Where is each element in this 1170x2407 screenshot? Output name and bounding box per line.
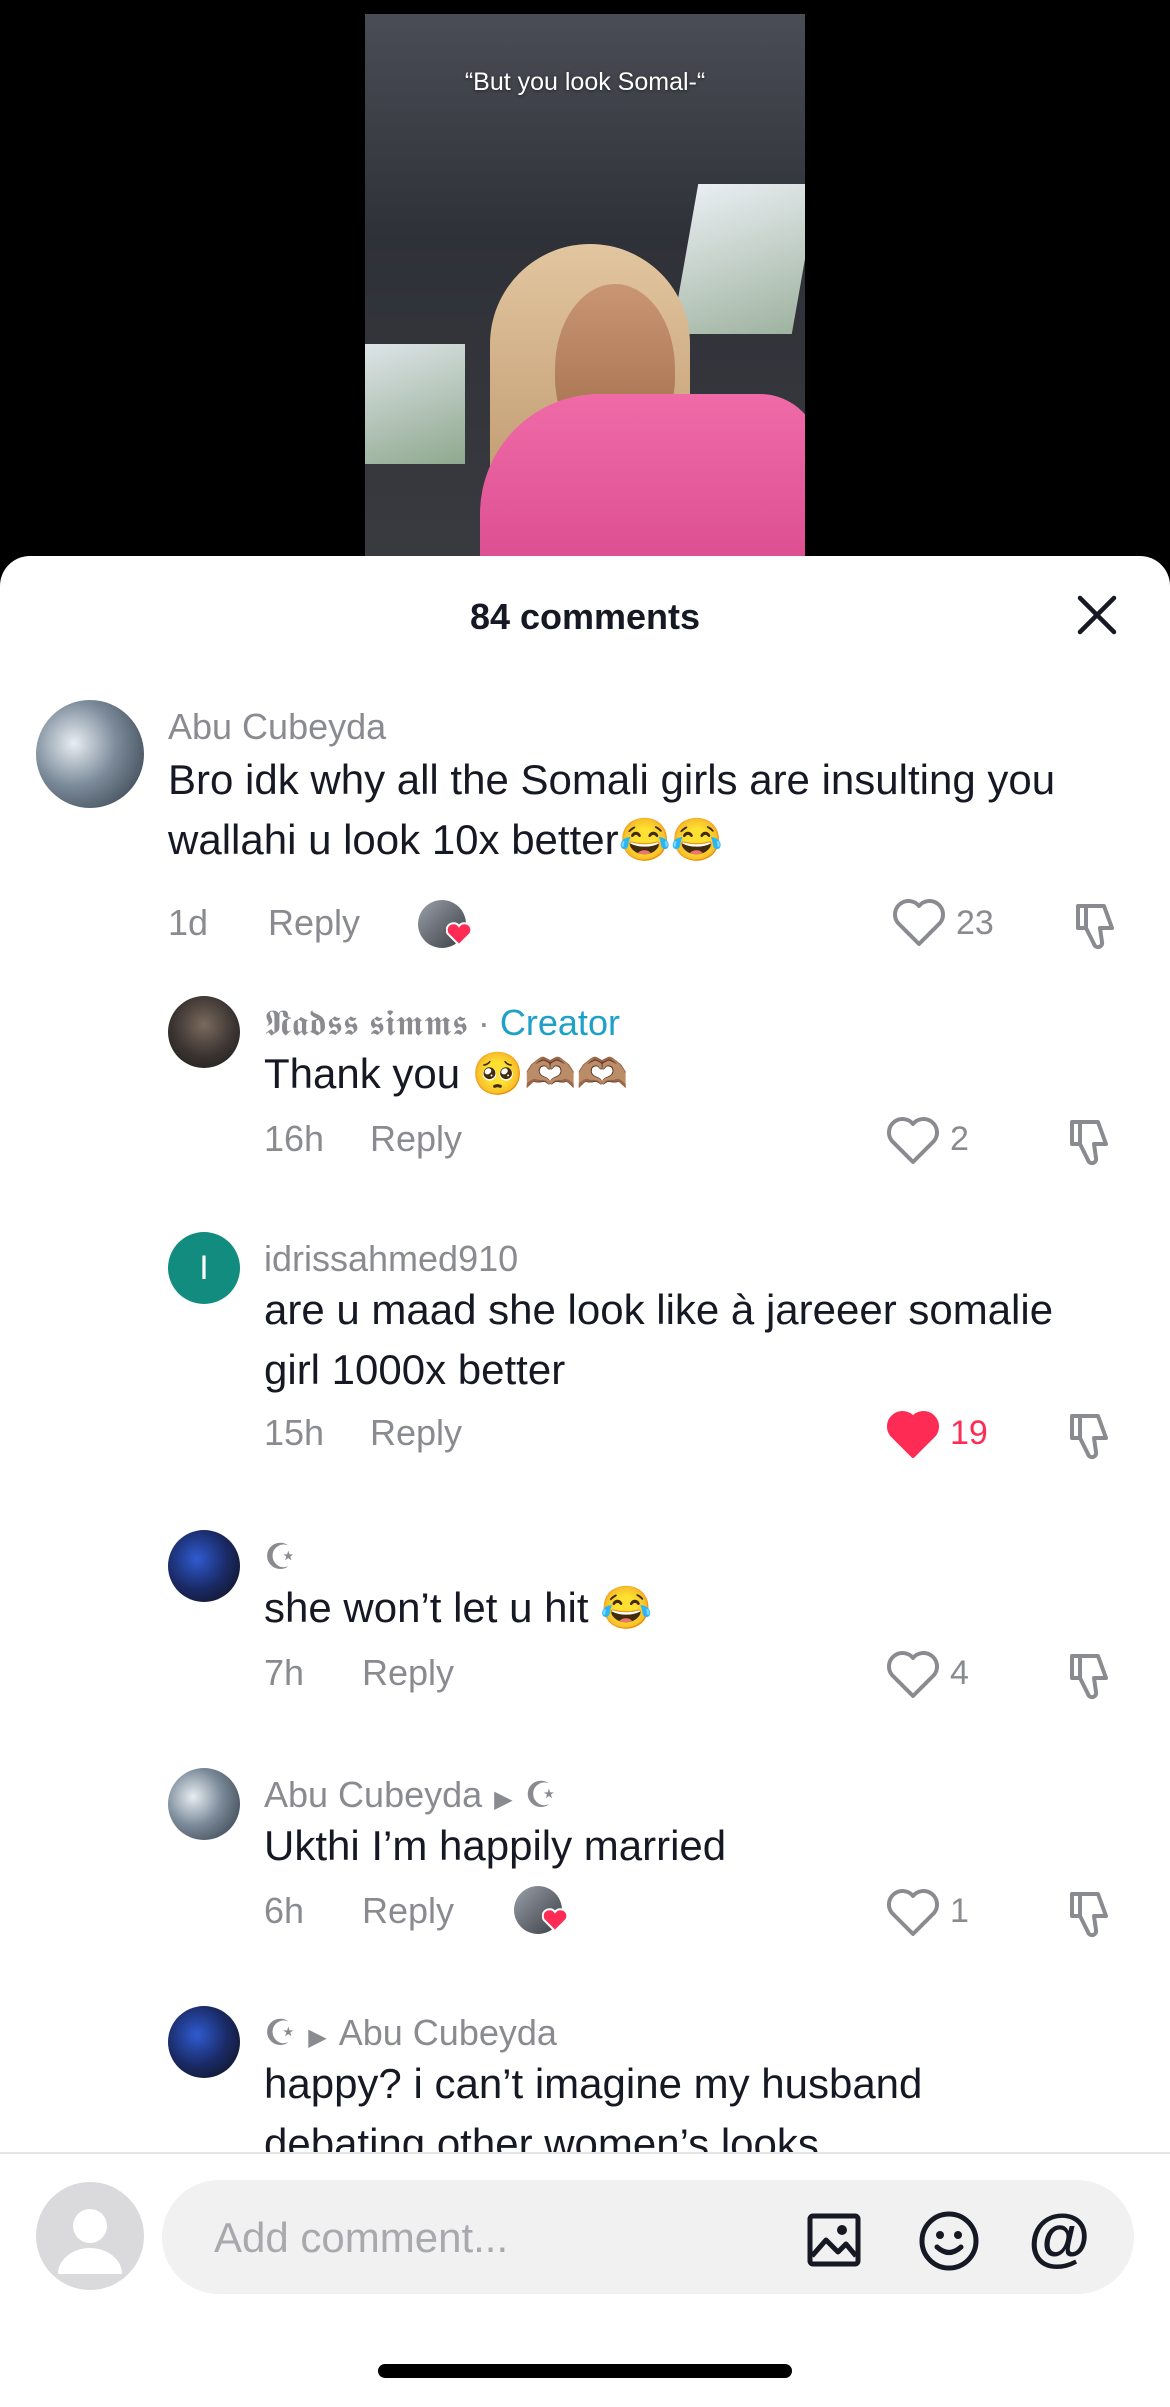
comment-item: ☪︎ she won’t let u hit 😂 7h Reply 4 bbox=[0, 1530, 1170, 1760]
avatar[interactable] bbox=[168, 2006, 240, 2078]
car-window-left bbox=[365, 344, 465, 464]
creator-name[interactable]: 𝕹𝖆𝖉𝖘𝖘 𝖘𝖎𝖒𝖒𝖘 bbox=[264, 1002, 468, 1043]
comment-input-placeholder: Add comment... bbox=[214, 2214, 509, 2261]
reply-button[interactable]: Reply bbox=[370, 1412, 462, 1454]
mention-icon[interactable]: @ bbox=[1028, 2202, 1090, 2272]
author-name[interactable]: Abu Cubeyda bbox=[264, 1774, 482, 1815]
like-count: 23 bbox=[956, 904, 994, 942]
heart-icon[interactable] bbox=[886, 1650, 940, 1700]
avatar[interactable] bbox=[36, 700, 144, 808]
default-avatar-icon bbox=[58, 2209, 122, 2274]
comment-text: Ukthi I’m happily married bbox=[264, 1822, 727, 1869]
video-caption: “But you look Somal-“ bbox=[464, 68, 706, 96]
dislike-icon[interactable] bbox=[1066, 1888, 1116, 1938]
comment-time: 16h bbox=[264, 1118, 325, 1159]
close-icon[interactable] bbox=[1074, 592, 1120, 638]
heart-icon bbox=[446, 922, 472, 946]
reply-to-name[interactable]: Abu Cubeyda bbox=[339, 2012, 557, 2053]
separator-dot: · bbox=[467, 1002, 500, 1043]
comment-text: Thank you 🥺🫶🏽🫶🏽 bbox=[264, 1050, 629, 1097]
comment-text: she won’t let u hit 😂 bbox=[264, 1584, 653, 1631]
comments-sheet: 84 comments Abu Cubeyda Bro idk why all … bbox=[0, 556, 1170, 2405]
video-subject-hoodie bbox=[480, 394, 805, 574]
comment-time: 6h bbox=[264, 1890, 305, 1931]
like-count: 4 bbox=[950, 1654, 969, 1692]
author-name[interactable]: ☪︎ bbox=[264, 2012, 296, 2053]
avatar[interactable] bbox=[168, 1768, 240, 1840]
dislike-icon[interactable] bbox=[1066, 1410, 1116, 1460]
heart-icon bbox=[542, 1908, 568, 1932]
image-icon[interactable] bbox=[806, 2212, 862, 2268]
comment-item: Abu Cubeyda ▶ ☪︎ Ukthi I’m happily married… bbox=[0, 1768, 1170, 1998]
comment-username[interactable]: 𝕹𝖆𝖉𝖘𝖘 𝖘𝖎𝖒𝖒𝖘 · Creator bbox=[264, 1002, 620, 1045]
reply-button[interactable]: Reply bbox=[370, 1118, 462, 1160]
comment-text: Bro idk why all the Somali girls are ins… bbox=[168, 756, 1056, 863]
like-count: 19 bbox=[950, 1414, 988, 1452]
avatar[interactable]: I bbox=[168, 1232, 240, 1304]
comment-time: 15h bbox=[264, 1412, 325, 1453]
heart-icon[interactable] bbox=[886, 1888, 940, 1938]
avatar[interactable] bbox=[168, 996, 240, 1068]
comment-item: I idrissahmed910 are u maad she look lik… bbox=[0, 1232, 1170, 1522]
comment-username[interactable]: ☪︎ bbox=[264, 1536, 296, 1578]
creator-badge: Creator bbox=[499, 1002, 620, 1043]
heart-icon[interactable] bbox=[886, 1410, 940, 1460]
comment-username[interactable]: Abu Cubeyda bbox=[168, 706, 386, 748]
my-avatar bbox=[36, 2182, 144, 2290]
home-indicator bbox=[378, 2364, 792, 2378]
reply-button[interactable]: Reply bbox=[362, 1652, 454, 1694]
comment-input[interactable]: Add comment... @ bbox=[162, 2180, 1134, 2294]
comment-username[interactable]: ☪︎ ▶ Abu Cubeyda bbox=[264, 2012, 557, 2054]
video-preview[interactable]: “But you look Somal-“ bbox=[365, 14, 805, 574]
car-window-right bbox=[671, 184, 805, 334]
heart-icon[interactable] bbox=[886, 1116, 940, 1166]
reply-to-name[interactable]: ☪︎ bbox=[525, 1774, 557, 1815]
reply-arrow-icon: ▶ bbox=[308, 2024, 327, 2051]
like-count: 1 bbox=[950, 1892, 969, 1930]
reply-button[interactable]: Reply bbox=[268, 902, 360, 944]
comment-item: 𝕹𝖆𝖉𝖘𝖘 𝖘𝖎𝖒𝖒𝖘 · Creator Thank you 🥺🫶🏽🫶🏽 16… bbox=[0, 996, 1170, 1226]
comment-text: are u maad she look like à jareeer somal… bbox=[264, 1286, 1054, 1393]
emoji-icon[interactable] bbox=[918, 2210, 980, 2272]
comments-count-title: 84 comments bbox=[469, 596, 701, 637]
dislike-icon[interactable] bbox=[1066, 1650, 1116, 1700]
heart-icon[interactable] bbox=[892, 898, 946, 948]
comment-time: 1d bbox=[168, 902, 209, 943]
comment-item: Abu Cubeyda Bro idk why all the Somali g… bbox=[0, 700, 1170, 1020]
reply-arrow-icon: ▶ bbox=[494, 1786, 513, 1813]
avatar[interactable] bbox=[168, 1530, 240, 1602]
comment-username[interactable]: Abu Cubeyda ▶ ☪︎ bbox=[264, 1774, 557, 1816]
like-count: 2 bbox=[950, 1120, 969, 1158]
dislike-icon[interactable] bbox=[1072, 900, 1122, 950]
dislike-icon[interactable] bbox=[1066, 1116, 1116, 1166]
comment-time: 7h bbox=[264, 1652, 305, 1693]
reply-button[interactable]: Reply bbox=[362, 1890, 454, 1932]
comment-username[interactable]: idrissahmed910 bbox=[264, 1238, 518, 1280]
